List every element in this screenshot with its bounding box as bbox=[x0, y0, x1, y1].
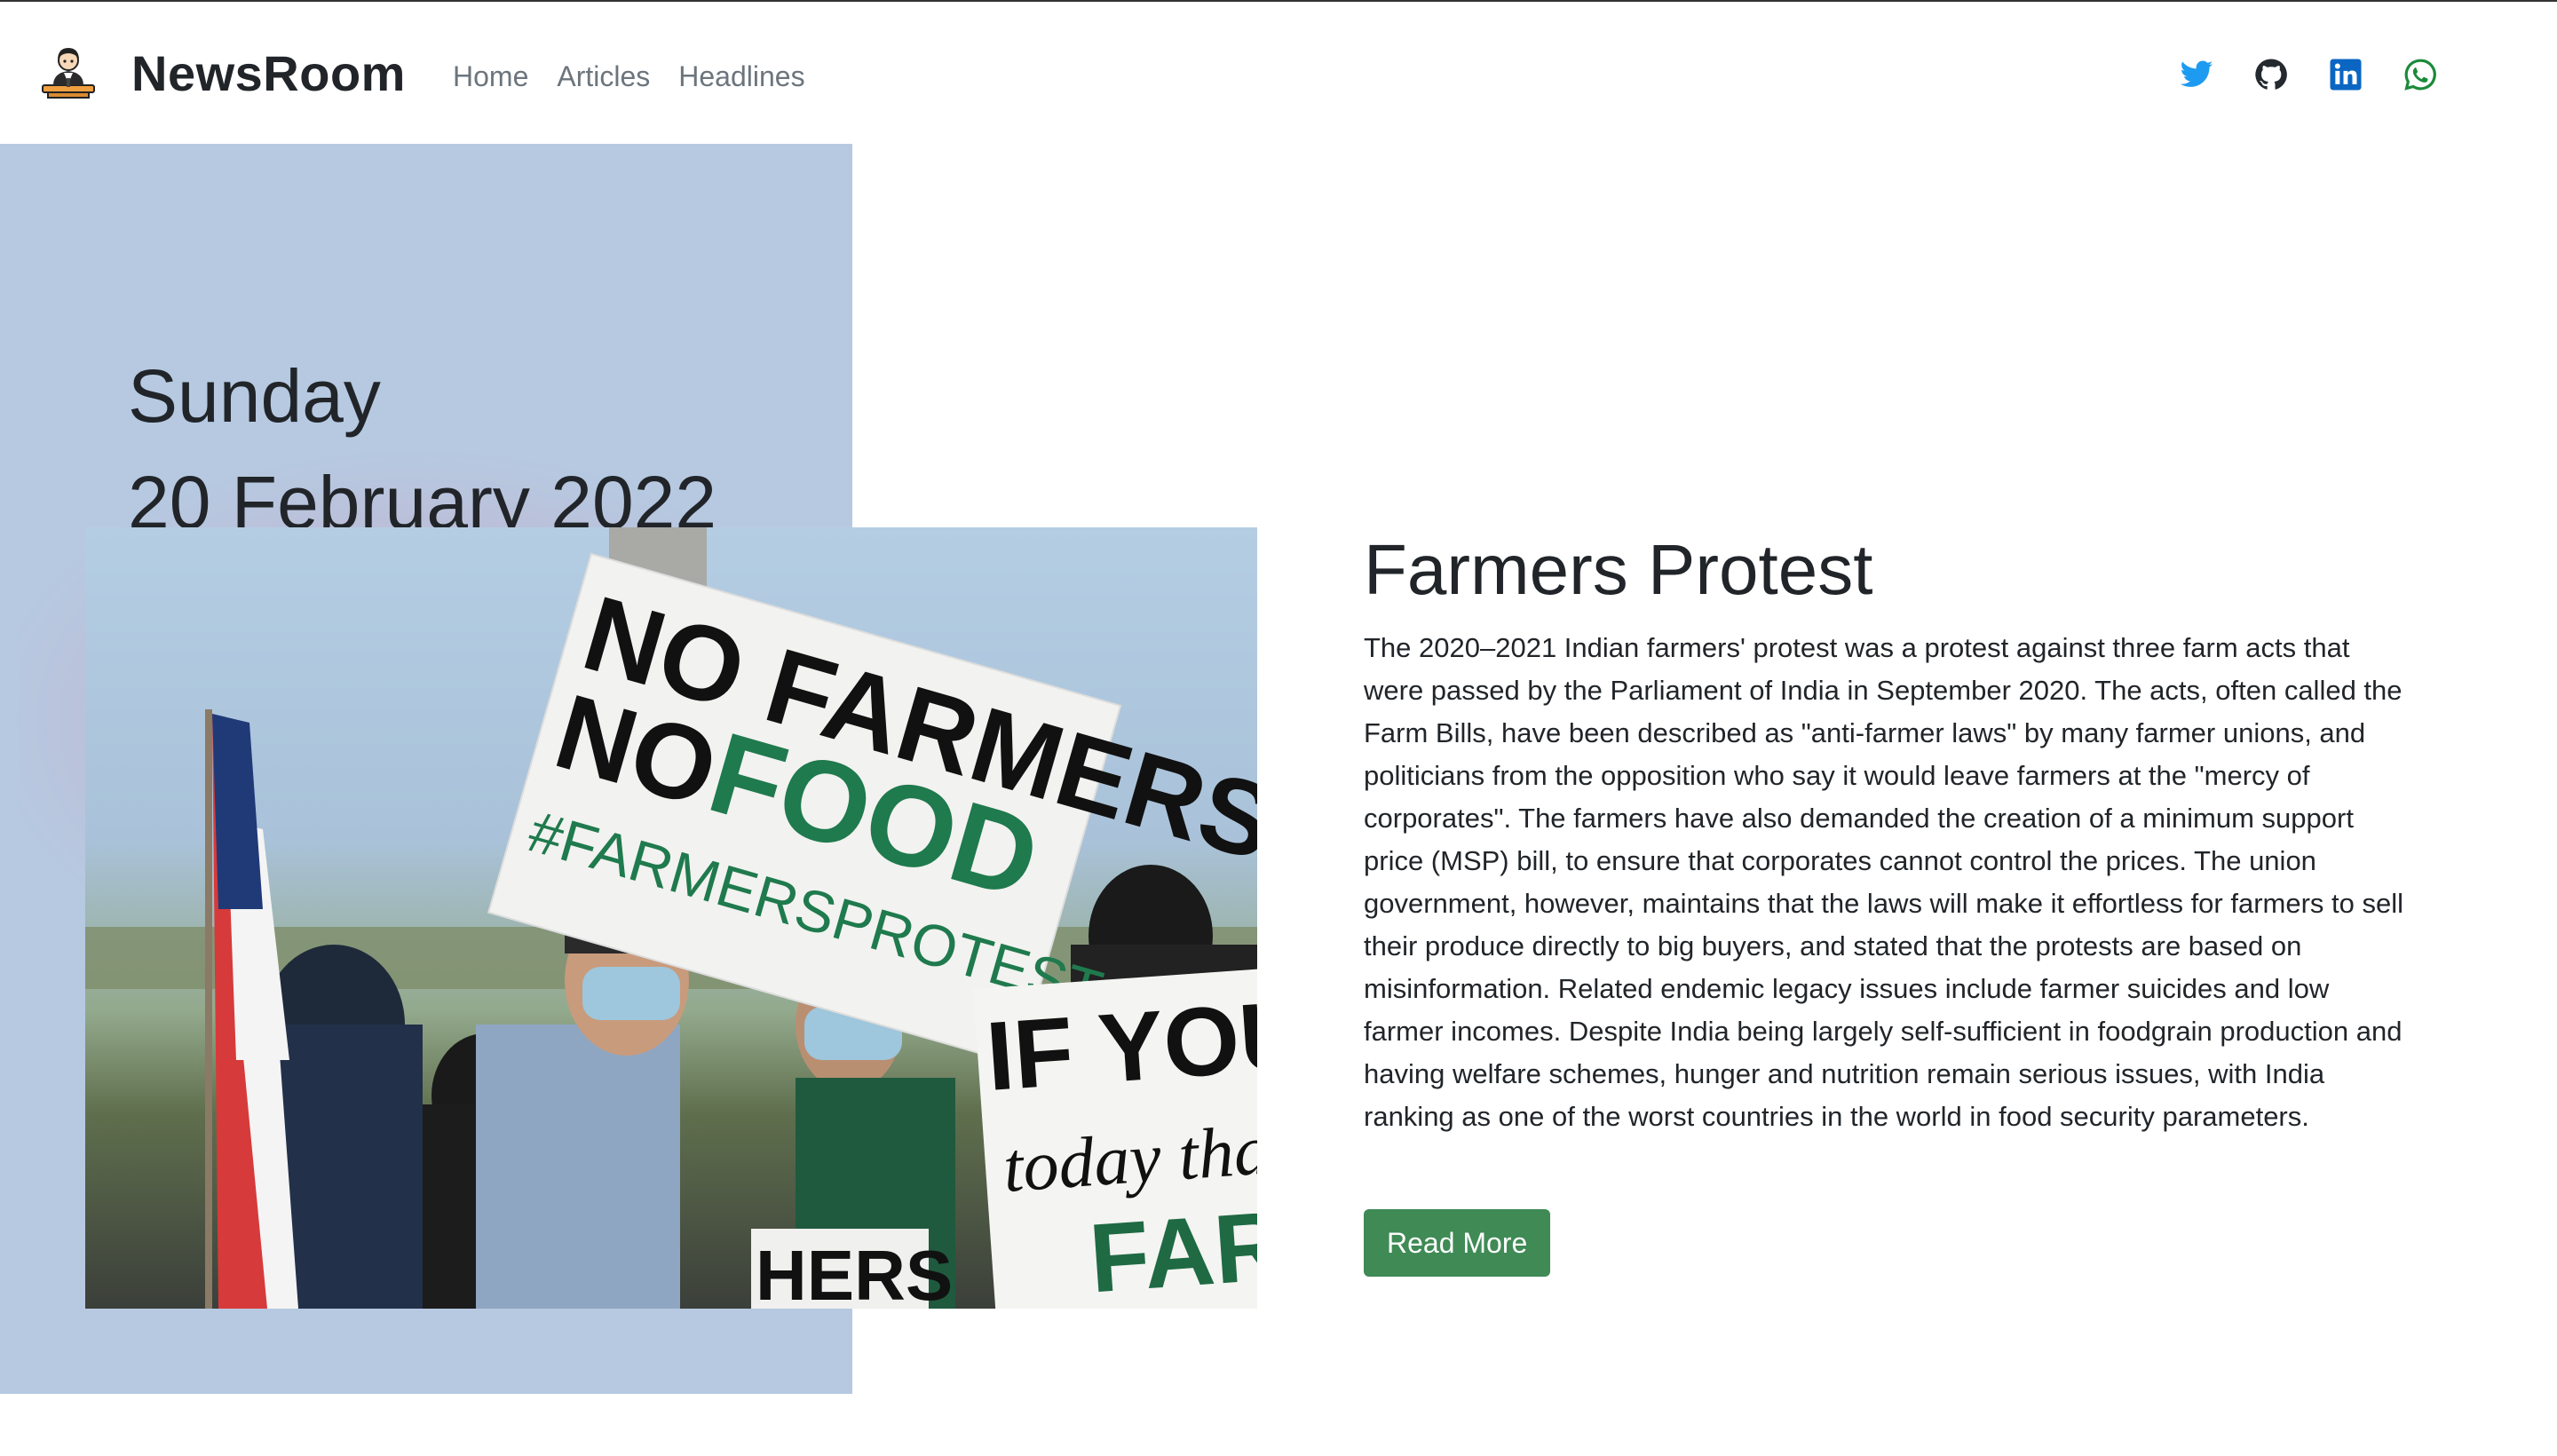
face-mask bbox=[582, 967, 680, 1020]
bottom-protest-sign: HERS bbox=[751, 1229, 953, 1309]
article-image[interactable]: NO FARMERS NO FOOD #FARMERSPROTEST IF YO… bbox=[85, 527, 1257, 1309]
nav-link-headlines[interactable]: Headlines bbox=[678, 60, 804, 93]
github-icon bbox=[2255, 59, 2287, 90]
page: NewsRoom Home Articles Headlines Sunday … bbox=[0, 0, 2557, 1456]
nav-links: Home Articles Headlines bbox=[453, 60, 805, 93]
github-link[interactable] bbox=[2250, 53, 2292, 96]
linkedin-icon bbox=[2330, 59, 2362, 91]
brand-name[interactable]: NewsRoom bbox=[131, 44, 406, 102]
denim-jacket bbox=[476, 1025, 680, 1309]
navbar: NewsRoom Home Articles Headlines bbox=[0, 2, 2557, 144]
whatsapp-icon bbox=[2404, 59, 2436, 91]
linkedin-link[interactable] bbox=[2324, 53, 2367, 96]
sign-text-far: FAR bbox=[1086, 1191, 1257, 1309]
right-protest-sign: IF YOU today than FAR bbox=[973, 966, 1257, 1309]
twitter-link[interactable] bbox=[2175, 53, 2218, 96]
date-day: Sunday bbox=[128, 354, 381, 438]
article-title: Farmers Protest bbox=[1364, 530, 1873, 609]
read-more-button[interactable]: Read More bbox=[1364, 1209, 1551, 1277]
nav-link-articles[interactable]: Articles bbox=[557, 60, 650, 93]
twitter-icon bbox=[2180, 60, 2213, 87]
reporter-icon[interactable] bbox=[39, 43, 98, 101]
sign-text-if-you: IF YOU bbox=[983, 980, 1257, 1112]
article-body: The 2020–2021 Indian farmers' protest wa… bbox=[1364, 632, 2404, 1132]
sign-text-hers: HERS bbox=[756, 1236, 953, 1309]
whatsapp-link[interactable] bbox=[2399, 53, 2442, 96]
protest-photo: NO FARMERS NO FOOD #FARMERSPROTEST IF YO… bbox=[85, 527, 1257, 1309]
nav-link-home[interactable]: Home bbox=[453, 60, 528, 93]
